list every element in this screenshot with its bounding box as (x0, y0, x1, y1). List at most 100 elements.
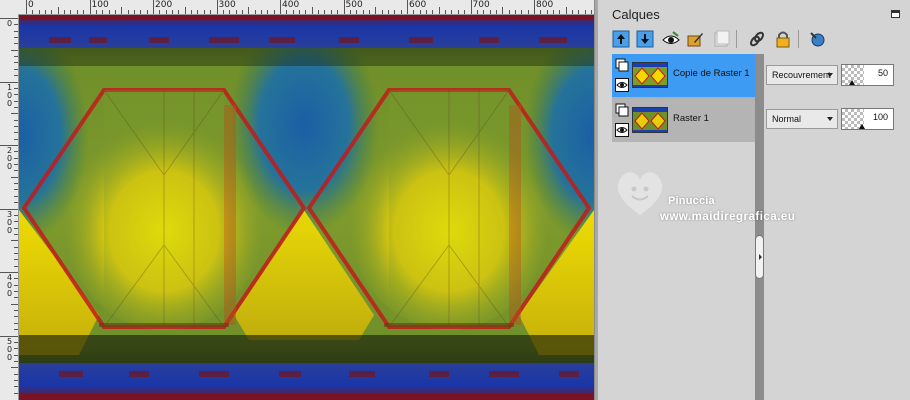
ruler-minor-tick (584, 10, 586, 14)
ruler-minor-tick (14, 195, 18, 197)
ruler-minor-tick (559, 10, 561, 14)
ruler-minor-tick (14, 43, 18, 45)
ruler-label: 200 (155, 0, 173, 10)
ruler-minor-tick (362, 10, 364, 14)
ruler-minor-tick (318, 10, 320, 14)
panel-title: Calques (612, 7, 660, 22)
ruler-minor-tick (45, 10, 47, 14)
visibility-eye-icon[interactable] (615, 123, 629, 137)
chevron-down-icon (827, 117, 833, 121)
ruler-minor-tick (11, 176, 18, 178)
ruler-minor-tick (553, 10, 555, 14)
blend-mode-select[interactable]: Normal (766, 109, 838, 129)
ruler-minor-tick (95, 10, 97, 14)
move-layer-down-icon[interactable] (634, 28, 656, 50)
ruler-major-tick (26, 0, 27, 14)
ruler-minor-tick (426, 10, 428, 14)
ruler-label: 800 (536, 0, 554, 10)
ruler-minor-tick (14, 278, 18, 280)
ruler-minor-tick (483, 10, 485, 14)
ruler-minor-tick (51, 10, 53, 14)
ruler-minor-tick (14, 37, 18, 39)
opacity-slider[interactable]: 50 (841, 64, 894, 86)
ruler-minor-tick (14, 341, 18, 343)
visibility-eye-icon[interactable] (615, 78, 629, 92)
opacity-slider-marker[interactable] (849, 80, 855, 85)
ruler-minor-tick (419, 10, 421, 14)
ruler-major-tick (343, 0, 345, 14)
ruler-minor-tick (14, 100, 18, 102)
panel-maximize-icon[interactable] (891, 10, 900, 18)
ruler-label-char: 0 (7, 19, 13, 28)
ruler-minor-tick (14, 227, 18, 229)
ruler-minor-tick (464, 10, 466, 14)
move-layer-up-icon[interactable] (610, 28, 632, 50)
blend-mode-select[interactable]: Recouvrement (766, 65, 838, 85)
layers-panel: Calques Copie de Raster 1 Raster 1 Recou… (598, 0, 910, 400)
ruler-minor-tick (375, 7, 377, 14)
ruler-minor-tick (14, 183, 18, 185)
ruler-minor-tick (14, 75, 18, 77)
ruler-minor-tick (235, 10, 237, 14)
ruler-minor-tick (241, 10, 243, 14)
ruler-minor-tick (445, 10, 447, 14)
layer-thumbnail (632, 62, 668, 88)
ruler-minor-tick (14, 392, 18, 394)
ruler-minor-tick (508, 10, 510, 14)
ruler-minor-tick (578, 10, 580, 14)
layer-name: Raster 1 (673, 113, 709, 124)
ruler-minor-tick (387, 10, 389, 14)
ruler-minor-tick (324, 10, 326, 14)
ruler-minor-tick (400, 10, 402, 14)
ruler-minor-tick (14, 329, 18, 331)
ruler-minor-tick (591, 10, 593, 14)
ruler-major-tick (470, 0, 472, 14)
vertical-ruler: 0100200300400500 (0, 14, 19, 400)
link-layer-icon[interactable] (746, 28, 768, 50)
ruler-minor-tick (14, 354, 18, 356)
ruler-minor-tick (540, 10, 542, 14)
ruler-minor-tick (14, 379, 18, 381)
layer-group-icon[interactable] (615, 58, 629, 72)
ruler-minor-tick (14, 360, 18, 362)
layer-row-raster-1[interactable]: Raster 1 (612, 99, 755, 142)
watermark-name: Pinuccia (668, 195, 715, 207)
ruler-minor-tick (14, 214, 18, 216)
ruler-minor-tick (14, 94, 18, 96)
edit-layer-icon[interactable] (684, 28, 706, 50)
ruler-minor-tick (527, 10, 529, 14)
layer-row-copie-de-raster-1[interactable]: Copie de Raster 1 (612, 54, 755, 97)
opacity-slider-marker[interactable] (859, 124, 865, 129)
lock-layer-icon[interactable] (772, 28, 794, 50)
horizontal-ruler: 0 100 200 300 400 500 600 700 800 (0, 0, 594, 15)
ruler-minor-tick (286, 10, 288, 14)
ruler-minor-tick (248, 7, 250, 14)
layer-properties-icon[interactable] (806, 28, 828, 50)
ruler-minor-tick (165, 10, 167, 14)
delete-layer-icon[interactable] (710, 28, 732, 50)
artwork-image (19, 15, 594, 400)
ruler-minor-tick (14, 202, 18, 204)
image-canvas[interactable] (19, 15, 594, 400)
ruler-minor-tick (546, 10, 548, 14)
ruler-minor-tick (305, 10, 307, 14)
ruler-minor-tick (451, 10, 453, 14)
ruler-minor-tick (489, 10, 491, 14)
ruler-minor-tick (14, 151, 18, 153)
ruler-minor-tick (514, 10, 516, 14)
ruler-minor-tick (14, 164, 18, 166)
opacity-slider[interactable]: 100 (841, 108, 894, 130)
ruler-minor-tick (14, 284, 18, 286)
ruler-minor-tick (133, 10, 135, 14)
ruler-minor-tick (14, 119, 18, 121)
toggle-visibility-icon[interactable] (660, 28, 682, 50)
ruler-minor-tick (11, 367, 18, 369)
ruler-label-char: 0 (7, 289, 13, 298)
ruler-minor-tick (565, 7, 567, 14)
expand-arrow-icon[interactable] (759, 254, 762, 260)
ruler-minor-tick (368, 10, 370, 14)
ruler-minor-tick (394, 10, 396, 14)
ruler-minor-tick (14, 259, 18, 261)
opacity-value: 100 (872, 112, 888, 122)
layer-group-icon[interactable] (615, 103, 629, 117)
